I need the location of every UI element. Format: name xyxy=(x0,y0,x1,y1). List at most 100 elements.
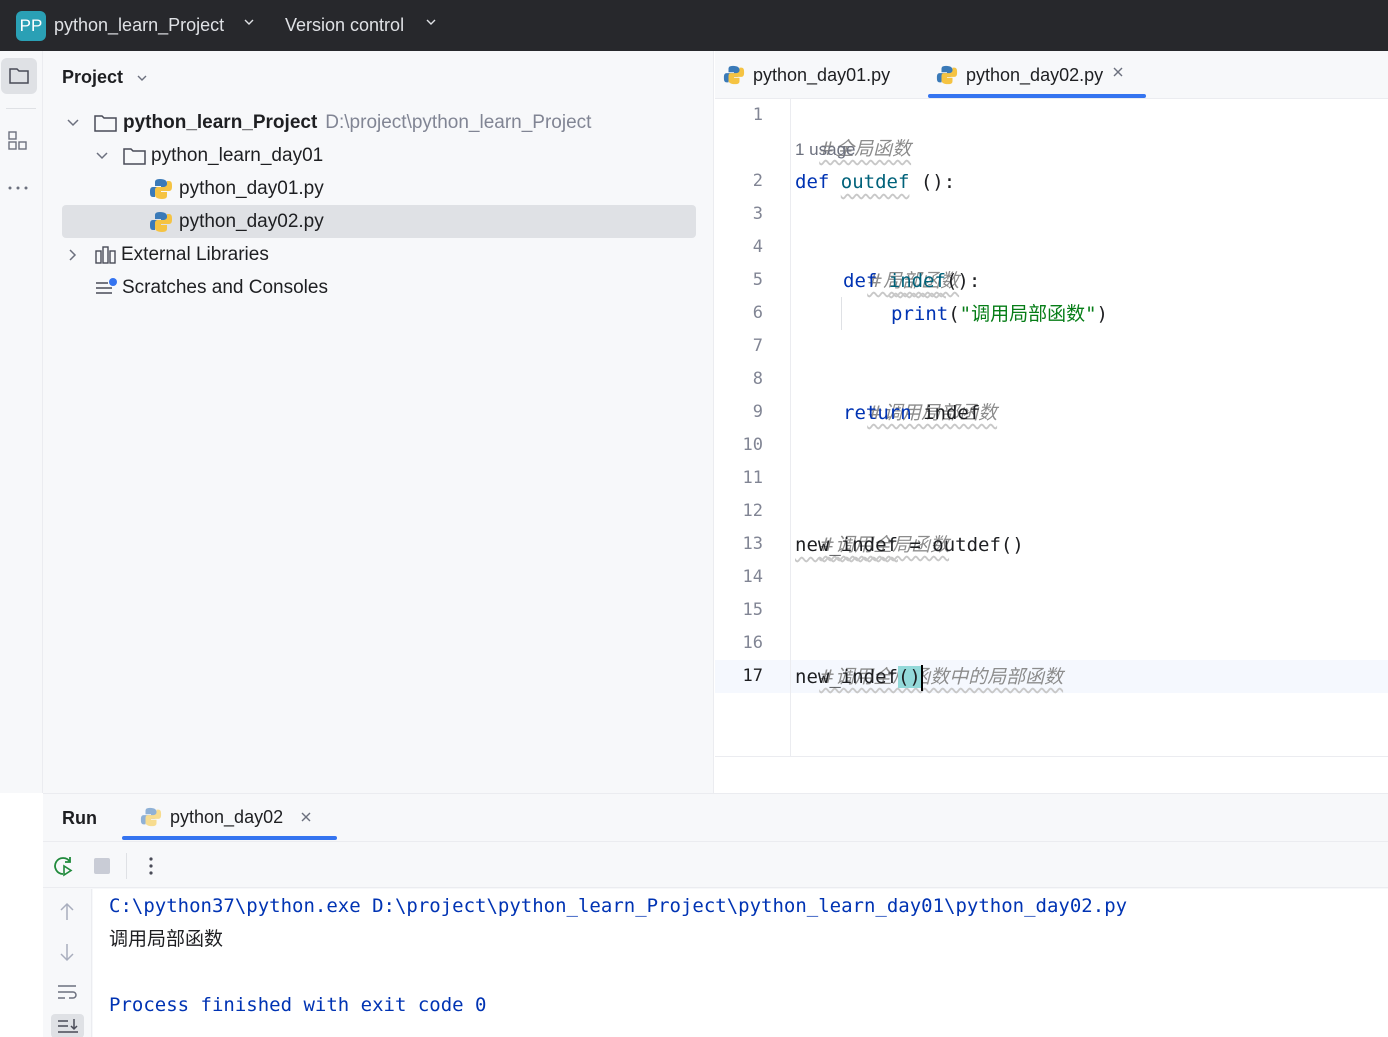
string-literal: "调用局部函数" xyxy=(959,303,1097,325)
line-number-current: 17 xyxy=(742,666,763,686)
project-name[interactable]: python_learn_Project xyxy=(54,15,224,36)
code-line-1: #全局函数 xyxy=(795,100,911,160)
code-text: (): xyxy=(945,270,981,292)
function-name: outdef xyxy=(840,171,910,193)
tree-item-external-libraries[interactable]: External Libraries xyxy=(65,238,269,271)
tree-item-file-selected[interactable]: python_day02.py xyxy=(62,205,696,238)
indent-guide xyxy=(841,297,842,330)
keyword: return xyxy=(843,402,912,424)
panel-title[interactable]: Project xyxy=(62,67,148,88)
builtin-function: print xyxy=(891,303,949,325)
root-path: D:\project\python_learn_Project xyxy=(325,111,592,133)
project-tool-button[interactable] xyxy=(1,58,37,94)
soft-wrap-icon[interactable] xyxy=(56,981,80,1003)
tool-window-strip xyxy=(0,51,43,793)
close-icon[interactable] xyxy=(299,810,313,824)
line-number: 1 xyxy=(752,105,763,125)
tree-item-label: Scratches and Consoles xyxy=(122,276,328,298)
python-file-icon xyxy=(723,65,745,85)
folder-icon xyxy=(123,147,146,165)
tab-python-day02[interactable]: python_day02.py xyxy=(936,51,1125,99)
line-number: 11 xyxy=(742,468,763,488)
code-line-17: new_indef() xyxy=(795,661,923,694)
code-text: indef xyxy=(911,402,981,424)
editor-bottom-area xyxy=(715,756,1388,793)
line-number: 5 xyxy=(752,270,763,290)
code-editor[interactable]: 1 2 3 4 5 6 7 8 9 10 11 12 13 14 15 16 1… xyxy=(715,99,1388,756)
line-number: 12 xyxy=(742,501,763,521)
function-name: indef xyxy=(888,270,946,292)
line-number: 8 xyxy=(752,369,763,389)
tree-item-scratches[interactable]: Scratches and Consoles xyxy=(94,271,328,304)
line-number: 2 xyxy=(752,171,763,191)
usage-hint[interactable]: 1 usage xyxy=(795,133,856,166)
chevron-right-icon[interactable] xyxy=(65,247,81,263)
code-line-16: #调用全局函数中的局部函数 xyxy=(795,628,1063,688)
tab-label: python_day02.py xyxy=(966,64,1104,85)
stop-icon[interactable] xyxy=(92,856,112,876)
tree-item-label: python_learn_day01 xyxy=(151,144,324,166)
tree-item-root[interactable]: python_learn_Project D:\project\python_l… xyxy=(65,106,591,139)
version-control-menu[interactable]: Version control xyxy=(285,15,404,36)
code-text: ) xyxy=(1096,303,1108,325)
tree-item-file[interactable]: python_day01.py xyxy=(149,172,324,205)
folder-icon xyxy=(94,114,117,132)
rerun-icon[interactable] xyxy=(51,854,75,878)
line-number: 3 xyxy=(752,204,763,224)
python-file-icon xyxy=(936,65,958,85)
library-icon xyxy=(95,245,116,264)
title-bar: PP python_learn_Project Version control xyxy=(0,0,1388,51)
tab-python-day01[interactable]: python_day01.py xyxy=(723,51,890,99)
scroll-to-end-button[interactable] xyxy=(51,1014,84,1037)
arrow-up-icon[interactable] xyxy=(57,901,77,923)
chevron-down-icon[interactable] xyxy=(94,148,110,164)
tree-item-label: python_day01.py xyxy=(179,177,324,199)
tree-item-label: python_learn_Project xyxy=(123,111,318,133)
run-tab-label: python_day02 xyxy=(170,806,284,827)
toolbar-divider xyxy=(126,853,127,879)
line-number: 14 xyxy=(742,567,763,587)
more-options-icon[interactable] xyxy=(143,854,159,878)
code-line-2: def outdef (): xyxy=(795,166,955,199)
console-output[interactable]: C:\python37\python.exe D:\project\python… xyxy=(93,889,1388,1037)
project-badge[interactable]: PP xyxy=(16,11,46,41)
code-text: (): xyxy=(909,171,956,193)
python-run-icon xyxy=(140,807,162,827)
structure-icon[interactable] xyxy=(7,130,29,152)
more-tools-icon[interactable] xyxy=(7,179,31,195)
line-number: 7 xyxy=(752,336,763,356)
close-icon[interactable] xyxy=(1111,65,1125,79)
line-number: 15 xyxy=(742,600,763,620)
line-number: 10 xyxy=(742,435,763,455)
arrow-down-icon[interactable] xyxy=(57,941,77,963)
code-text: ( xyxy=(948,303,960,325)
code-line-6: print("调用局部函数") xyxy=(891,298,1108,331)
tree-item-label: External Libraries xyxy=(121,243,269,265)
run-panel-title: Run xyxy=(62,808,97,828)
chevron-down-icon[interactable] xyxy=(426,17,436,27)
code-line-13: new_indef = outdef() xyxy=(795,529,1024,562)
code-line-9: return indef xyxy=(843,397,980,430)
line-number: 9 xyxy=(752,402,763,422)
tree-item-folder[interactable]: python_learn_day01 xyxy=(94,139,323,172)
run-tab[interactable]: python_day02 xyxy=(122,794,313,840)
line-number: 13 xyxy=(742,534,763,554)
chevron-down-icon[interactable] xyxy=(136,73,148,83)
active-tab-indicator xyxy=(122,836,337,840)
scroll-to-end-icon xyxy=(58,1019,78,1033)
chevron-down-icon[interactable] xyxy=(65,115,81,131)
chevron-down-icon[interactable] xyxy=(244,17,254,27)
keyword: def xyxy=(795,171,830,193)
scratches-icon xyxy=(96,277,117,294)
tree-item-label: python_day02.py xyxy=(179,210,324,232)
keyword: def xyxy=(843,270,878,292)
line-number: 4 xyxy=(752,237,763,257)
line-number: 6 xyxy=(752,303,763,323)
toolstrip-divider xyxy=(6,108,36,109)
panel-title-label: Project xyxy=(62,67,124,87)
code-text: = outdef() xyxy=(897,534,1024,556)
python-file-icon xyxy=(150,211,172,232)
python-file-icon xyxy=(150,178,172,199)
console-exit-message: Process finished with exit code 0 xyxy=(109,994,487,1016)
line-number: 16 xyxy=(742,633,763,653)
